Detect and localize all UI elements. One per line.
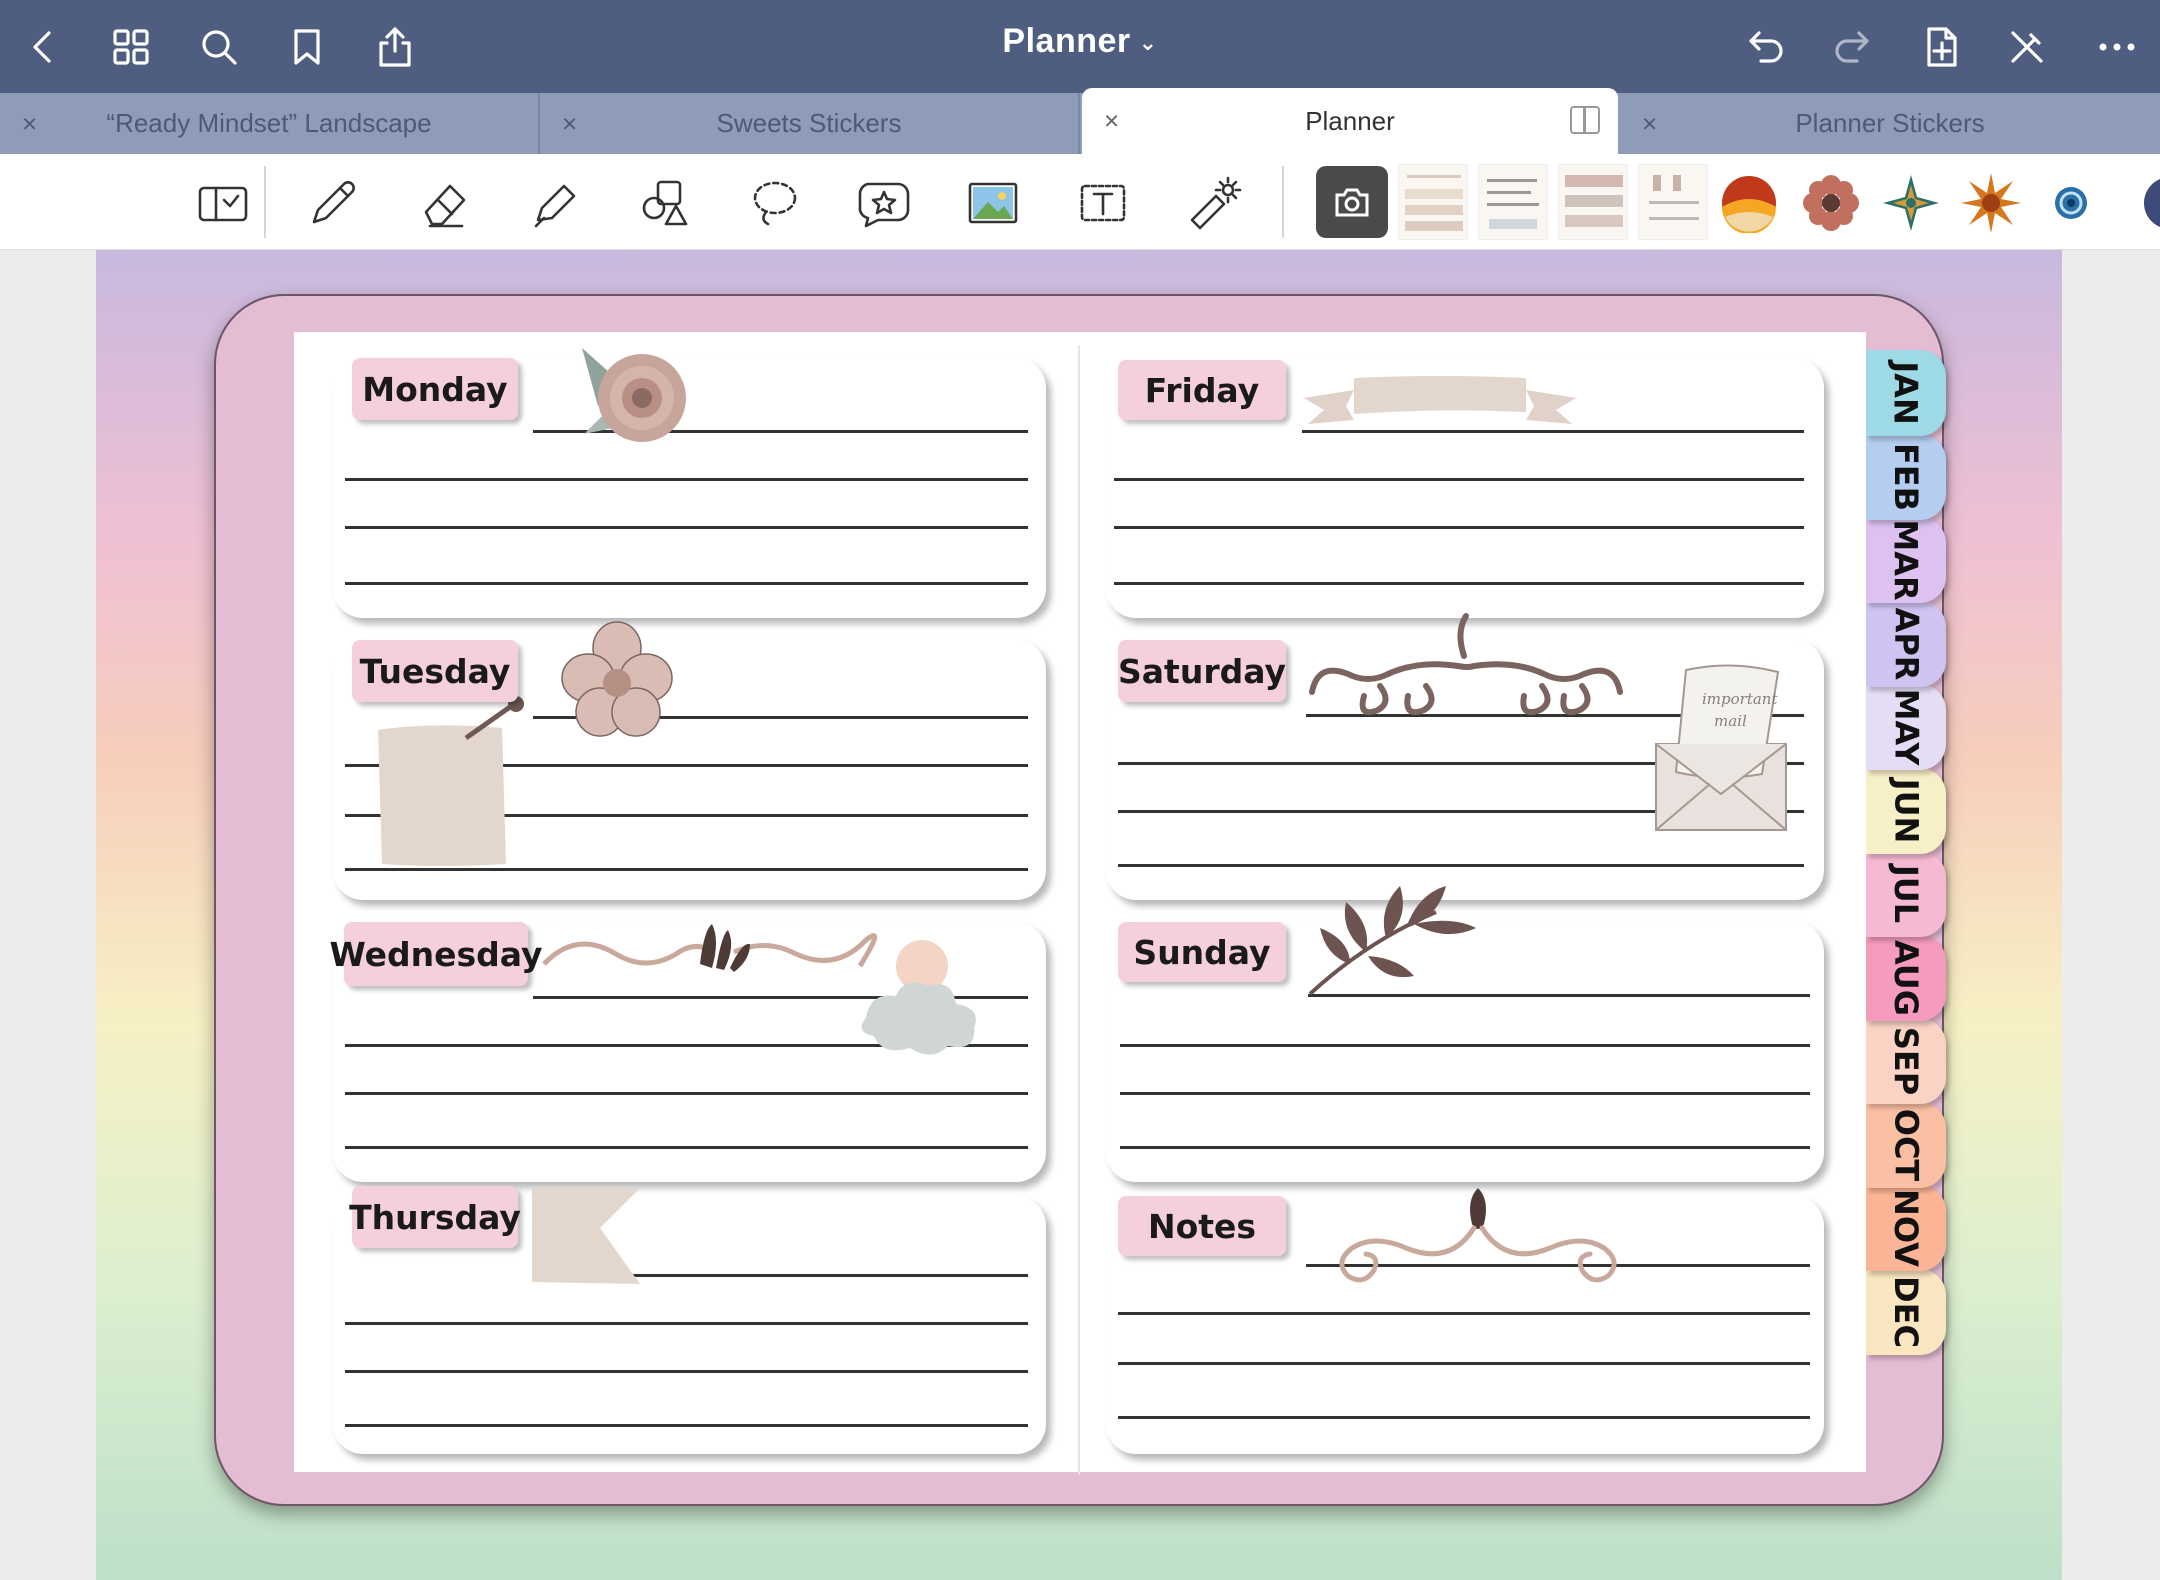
tab-planner-stickers[interactable]: × Planner Stickers <box>1620 93 2160 154</box>
close-icon[interactable]: × <box>562 108 577 139</box>
mandala-sticker[interactable] <box>1876 168 1946 238</box>
close-icon[interactable]: × <box>22 108 37 139</box>
sticker-sheet-thumbnail[interactable] <box>1478 164 1548 240</box>
page-spine <box>1078 345 1080 1475</box>
leaf-branch-sticker <box>1308 886 1476 996</box>
pen-off-icon[interactable] <box>2000 20 2054 74</box>
month-tab-aug[interactable]: AUG <box>1866 934 1946 1021</box>
tab-sweets-stickers[interactable]: × Sweets Stickers <box>540 93 1080 154</box>
month-tab-oct[interactable]: OCT <box>1866 1101 1946 1188</box>
month-tab-jun[interactable]: JUN <box>1866 767 1946 854</box>
eraser-tool-icon[interactable] <box>414 172 476 234</box>
sunset-sticker[interactable] <box>1714 168 1784 238</box>
laser-pointer-icon[interactable] <box>1182 172 1244 234</box>
tab-label: “Ready Mindset” Landscape <box>106 108 432 138</box>
day-label-saturday: Saturday <box>1118 640 1286 702</box>
month-tab-label: JAN <box>1886 361 1925 425</box>
tab-bar: × “Ready Mindset” Landscape × Sweets Sti… <box>0 88 2160 154</box>
chevron-down-icon: ⌄ <box>1138 30 1158 56</box>
day-label-friday: Friday <box>1118 360 1286 420</box>
flower-sketch-sticker <box>561 621 673 737</box>
tools-toolbar <box>0 154 2160 250</box>
scroll-flourish-sticker <box>1309 613 1623 716</box>
tab-ready-mindset[interactable]: × “Ready Mindset” Landscape <box>0 93 540 154</box>
text-tool-icon[interactable] <box>1072 172 1134 234</box>
split-view-icon[interactable] <box>1570 106 1600 134</box>
swirl-divider-sticker <box>542 924 976 1055</box>
envelope-note-line-2: mail <box>1714 712 1747 730</box>
day-label-sunday: Sunday <box>1118 922 1286 982</box>
month-tab-jan[interactable]: JAN <box>1866 350 1946 436</box>
add-page-icon[interactable] <box>1914 20 1968 74</box>
ribbon-banner-sticker <box>1304 376 1576 424</box>
envelope-note-line-1: important <box>1702 690 1778 708</box>
month-tab-label: AUG <box>1887 939 1925 1016</box>
month-tab-nov[interactable]: NOV <box>1866 1185 1946 1271</box>
month-tab-label: MAR <box>1887 519 1925 601</box>
day-label-tuesday: Tuesday <box>352 640 518 702</box>
month-tab-label: DEC <box>1887 1275 1925 1348</box>
tab-label: Planner Stickers <box>1795 108 1985 138</box>
flag-banner-sticker <box>532 1188 640 1284</box>
flourish-divider-sticker <box>1339 1188 1617 1283</box>
highlighter-tool-icon[interactable] <box>524 172 586 234</box>
tab-planner[interactable]: × Planner <box>1082 88 1618 154</box>
redo-icon[interactable] <box>1826 20 1880 74</box>
close-icon[interactable]: × <box>1642 108 1657 139</box>
month-tab-label: JUL <box>1887 864 1925 924</box>
day-label-wednesday: Wednesday <box>329 922 543 986</box>
document-title-text: Planner <box>1002 22 1131 60</box>
month-tab-jul[interactable]: JUL <box>1866 851 1946 937</box>
sticker-tool-icon[interactable] <box>852 172 914 234</box>
read-only-icon[interactable] <box>192 172 254 234</box>
month-tab-dec[interactable]: DEC <box>1866 1268 1946 1355</box>
camera-icon[interactable] <box>1316 166 1388 238</box>
envelope-sticker: important mail <box>1655 664 1787 831</box>
flower-sticker[interactable] <box>1796 168 1866 238</box>
sun-sticker[interactable] <box>1956 168 2026 238</box>
sticker-sheet-thumbnail[interactable] <box>1638 164 1708 240</box>
month-tab-label: APR <box>1886 607 1925 680</box>
month-tab-sep[interactable]: SEP <box>1866 1018 1946 1104</box>
month-tab-label: NOV <box>1886 1189 1925 1267</box>
top-bar: Planner ⌄ <box>0 0 2160 93</box>
tab-label: Sweets Stickers <box>716 108 902 138</box>
tab-label: Planner <box>1305 105 1395 136</box>
day-label-thursday: Thursday <box>349 1186 521 1248</box>
month-tab-mar[interactable]: MAR <box>1866 517 1946 603</box>
sticker-sheet-thumbnail[interactable] <box>1398 164 1468 240</box>
partial-sticker[interactable] <box>2110 168 2160 238</box>
month-tab-apr[interactable]: APR <box>1866 600 1946 687</box>
month-tab-label: SEP <box>1886 1026 1925 1096</box>
month-tab-feb[interactable]: FEB <box>1866 433 1946 520</box>
lasso-tool-icon[interactable] <box>744 172 806 234</box>
undo-icon[interactable] <box>1738 20 1792 74</box>
shapes-tool-icon[interactable] <box>634 172 696 234</box>
month-tab-label: OCT <box>1886 1108 1925 1181</box>
month-tab-label: FEB <box>1886 442 1925 511</box>
swirl-sticker[interactable] <box>2036 168 2106 238</box>
month-tab-label: JUN <box>1886 778 1925 843</box>
pinned-paper-sticker <box>378 696 524 866</box>
pen-tool-icon[interactable] <box>302 172 364 234</box>
sticker-sheet-thumbnail[interactable] <box>1558 164 1628 240</box>
image-tool-icon[interactable] <box>962 172 1024 234</box>
close-icon[interactable]: × <box>1104 106 1119 137</box>
month-tab-may[interactable]: MAY <box>1866 684 1946 770</box>
day-label-notes: Notes <box>1118 1196 1286 1256</box>
month-tab-label: MAY <box>1887 688 1925 766</box>
more-icon[interactable] <box>2090 20 2144 74</box>
day-label-monday: Monday <box>352 358 518 420</box>
rose-sticker <box>582 348 686 442</box>
